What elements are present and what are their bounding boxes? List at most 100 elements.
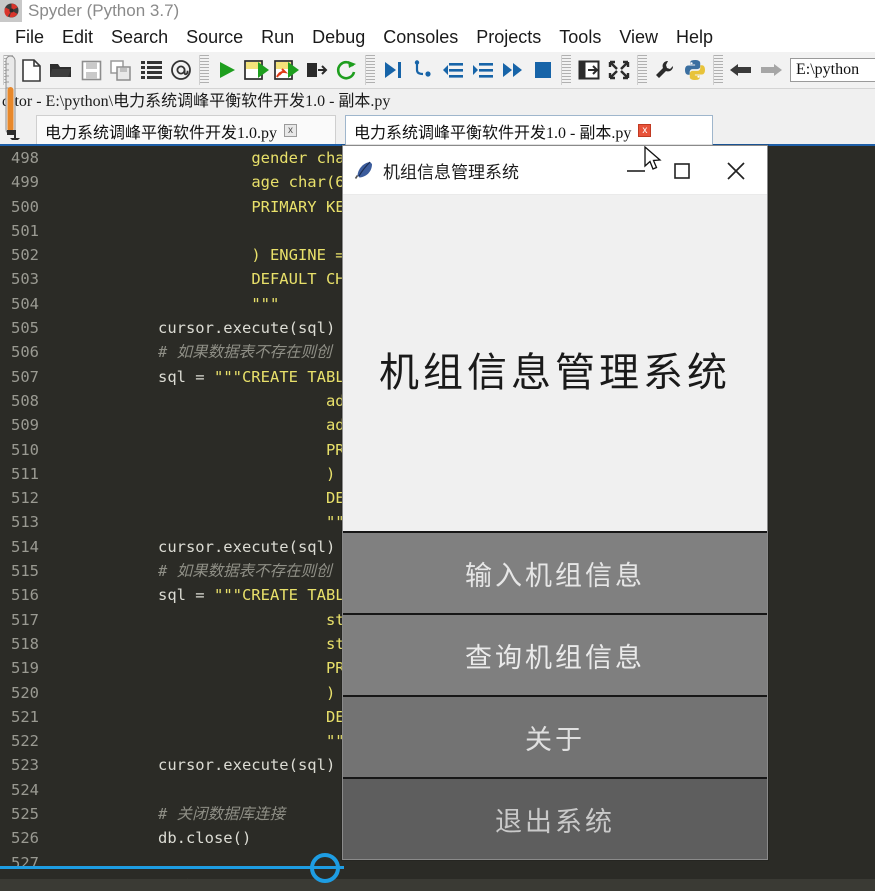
dialog-heading: 机组信息管理系统 (379, 350, 731, 396)
editor-vertical-scrollbar[interactable] (860, 146, 875, 891)
line-number: 522 (11, 732, 39, 751)
line-number: 524 (11, 780, 39, 799)
line-number: 509 (11, 416, 39, 435)
working-directory-input[interactable] (790, 58, 875, 82)
preferences-icon[interactable] (650, 55, 680, 85)
menu-source[interactable]: Source (177, 22, 252, 52)
line-number: 523 (11, 756, 39, 775)
toolbar-drag-handle-2[interactable] (199, 55, 209, 85)
editor-tab-1-close-icon[interactable]: x (284, 124, 298, 137)
menu-bar: File Edit Search Source Run Debug Consol… (0, 22, 875, 52)
maximize-pane-icon[interactable] (574, 55, 604, 85)
menu-tools[interactable]: Tools (550, 22, 610, 52)
line-number: 503 (11, 270, 39, 289)
editor-tab-2-label: 电力系统调峰平衡软件开发1.0 - 副本.py (354, 124, 632, 142)
fullscreen-icon[interactable] (604, 55, 634, 85)
line-number: 499 (11, 173, 39, 192)
save-file-icon[interactable] (76, 55, 106, 85)
open-file-icon[interactable] (46, 55, 76, 85)
line-number: 500 (11, 197, 39, 216)
feather-icon (354, 160, 374, 180)
run-selection-icon[interactable] (302, 55, 332, 85)
menu-debug[interactable]: Debug (303, 22, 374, 52)
line-number: 505 (11, 319, 39, 338)
stop-debug-icon[interactable] (528, 55, 558, 85)
editor-tab-1[interactable]: 电力系统调峰平衡软件开发1.0.py x (36, 115, 336, 145)
line-number: 521 (11, 707, 39, 726)
about-label: 关于 (525, 724, 585, 756)
code-token: cursor.execute(sql) (157, 319, 336, 338)
recording-line (0, 866, 344, 869)
editor-tab-2-close-icon[interactable]: x (638, 124, 652, 137)
code-token: cursor.execute(sql) (157, 756, 336, 775)
editor-tab-1-label: 电力系统调峰平衡软件开发1.0.py (45, 124, 278, 142)
forward-arrow-icon[interactable] (756, 55, 786, 85)
line-number: 512 (11, 489, 39, 508)
editor-tab-2[interactable]: 电力系统调峰平衡软件开发1.0 - 副本.py x (345, 115, 713, 145)
toolbar-drag-handle-6[interactable] (713, 55, 723, 85)
menu-edit[interactable]: Edit (53, 22, 102, 52)
line-number: 525 (11, 805, 39, 824)
vertical-slider-handle[interactable] (2, 55, 22, 143)
file-list-icon[interactable] (136, 55, 166, 85)
exit-system-button[interactable]: 退出系统 (343, 777, 767, 859)
line-number: 526 (11, 829, 39, 848)
python-path-icon[interactable] (680, 55, 710, 85)
line-number: 504 (11, 294, 39, 313)
toolbar-drag-handle-4[interactable] (561, 55, 571, 85)
about-button[interactable]: 关于 (343, 695, 767, 777)
run-file-icon[interactable] (212, 55, 242, 85)
debug-file-icon[interactable] (378, 55, 408, 85)
input-unit-info-button[interactable]: 输入机组信息 (343, 531, 767, 613)
code-token: cursor.execute(sql) (157, 537, 336, 556)
back-arrow-icon[interactable] (726, 55, 756, 85)
at-sign-icon[interactable] (166, 55, 196, 85)
maximize-icon[interactable] (659, 146, 705, 195)
line-number: 516 (11, 586, 39, 605)
spyder-window: Spyder (Python 3.7) File Edit Search Sou… (0, 0, 875, 891)
menu-run[interactable]: Run (252, 22, 303, 52)
menu-projects[interactable]: Projects (467, 22, 550, 52)
menu-file[interactable]: File (6, 22, 53, 52)
step-into-icon[interactable] (408, 55, 438, 85)
unit-info-dialog: 机组信息管理系统 机组信息管理系统 输入机组信息 查询机组信息 关于 退出系统 (342, 145, 768, 860)
code-token: # 关闭数据库连接 (157, 805, 286, 824)
menu-search[interactable]: Search (102, 22, 177, 52)
line-number: 510 (11, 440, 39, 459)
save-all-icon[interactable] (106, 55, 136, 85)
dialog-window-controls (613, 146, 767, 195)
run-cell-icon[interactable] (242, 55, 272, 85)
window-title: Spyder (Python 3.7) (28, 1, 180, 20)
input-unit-info-label: 输入机组信息 (465, 560, 645, 592)
spyder-icon (3, 2, 20, 19)
menu-consoles[interactable]: Consoles (374, 22, 467, 52)
menu-help[interactable]: Help (667, 22, 722, 52)
line-number: 507 (11, 367, 39, 386)
line-number: 511 (11, 464, 39, 483)
code-token: # 如果数据表不存在则创 (157, 562, 332, 581)
window-title-bar: Spyder (Python 3.7) (0, 0, 875, 22)
code-token: PRIMARY KEY (251, 197, 354, 216)
close-icon[interactable] (705, 146, 767, 195)
line-number: 502 (11, 246, 39, 265)
menu-view[interactable]: View (610, 22, 667, 52)
main-toolbar (0, 52, 875, 89)
line-number: 527 (11, 853, 39, 872)
step-return-icon[interactable] (468, 55, 498, 85)
code-token: """CREATE TABL (213, 586, 345, 605)
line-number: 514 (11, 537, 39, 556)
code-token: """CREATE TABL (213, 367, 345, 386)
line-number: 517 (11, 610, 39, 629)
re-run-icon[interactable] (332, 55, 362, 85)
toolbar-drag-handle-5[interactable] (637, 55, 647, 85)
run-cell-advance-icon[interactable] (272, 55, 302, 85)
toolbar-drag-handle-3[interactable] (365, 55, 375, 85)
query-unit-info-button[interactable]: 查询机组信息 (343, 613, 767, 695)
code-token: db.close() (157, 829, 252, 848)
continue-icon[interactable] (498, 55, 528, 85)
line-number: 519 (11, 659, 39, 678)
line-number: 518 (11, 634, 39, 653)
dialog-title-bar[interactable]: 机组信息管理系统 (343, 146, 767, 195)
editor-horizontal-scrollbar[interactable] (0, 879, 875, 891)
step-over-icon[interactable] (438, 55, 468, 85)
